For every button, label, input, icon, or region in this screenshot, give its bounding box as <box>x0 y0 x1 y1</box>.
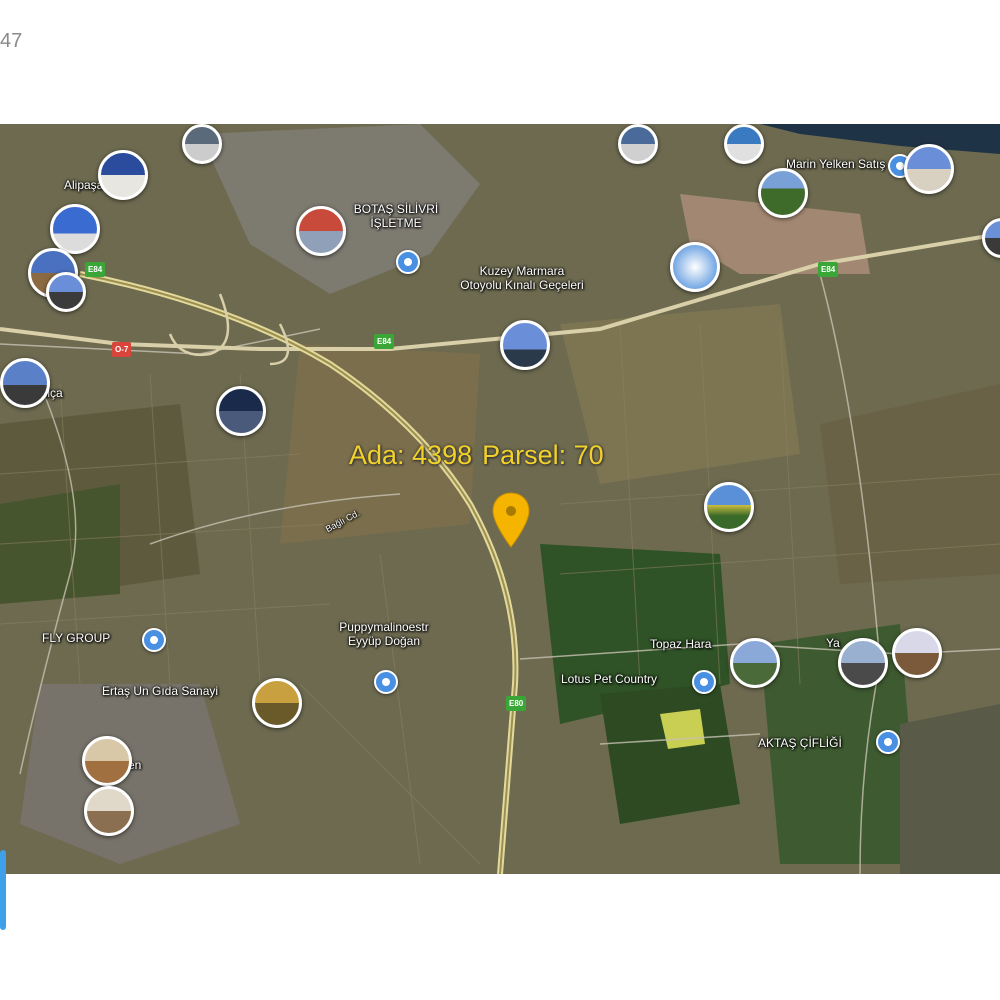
photo-thumbnail-icon[interactable] <box>500 320 550 370</box>
corner-text: 47 <box>0 30 23 52</box>
photo-thumbnail-icon[interactable] <box>216 386 266 436</box>
parsel-label: Parsel: 70 <box>482 440 604 470</box>
scroll-handle[interactable] <box>0 850 6 930</box>
photo-thumbnail-icon[interactable] <box>84 786 134 836</box>
place-label-marina[interactable]: Marin Yelken Satış <box>786 157 885 171</box>
photo-thumbnail-icon[interactable] <box>704 482 754 532</box>
photo-thumbnail-icon[interactable] <box>724 124 764 164</box>
place-label-fly-group[interactable]: FLY GROUP <box>42 631 110 645</box>
photo-thumbnail-icon[interactable] <box>758 168 808 218</box>
photo-thumbnail-icon[interactable] <box>82 736 132 786</box>
photo-thumbnail-icon[interactable] <box>252 678 302 728</box>
place-label-lotus[interactable]: Lotus Pet Country <box>561 672 657 686</box>
photo-thumbnail-icon[interactable] <box>98 150 148 200</box>
photo-thumbnail-icon[interactable] <box>904 144 954 194</box>
photo-thumbnail-icon[interactable] <box>838 638 888 688</box>
place-label-ertas[interactable]: Ertaş Un Gıda Sanayi <box>102 684 218 698</box>
place-label-ya[interactable]: Ya <box>826 636 840 650</box>
road-shield-e84: E84 <box>85 262 106 277</box>
location-pin-icon[interactable] <box>491 491 531 551</box>
photo-thumbnail-icon[interactable] <box>50 204 100 254</box>
place-label-kuzey-marmara[interactable]: Kuzey Marmara Otoyolu Kınalı Geçeleri <box>460 264 583 292</box>
photo-thumbnail-icon[interactable] <box>892 628 942 678</box>
photo-thumbnail-icon[interactable] <box>670 242 720 292</box>
place-label-alipasa[interactable]: Alipaşa <box>64 178 103 192</box>
poi-marker-icon[interactable] <box>692 670 716 694</box>
place-label-botas[interactable]: BOTAŞ SİLİVRİ İŞLETME <box>354 202 438 230</box>
photo-thumbnail-icon[interactable] <box>296 206 346 256</box>
poi-marker-icon[interactable] <box>374 670 398 694</box>
poi-marker-icon[interactable] <box>142 628 166 652</box>
photo-thumbnail-icon[interactable] <box>730 638 780 688</box>
ada-label: Ada: 4398 <box>349 440 473 470</box>
poi-marker-icon[interactable] <box>396 250 420 274</box>
place-label-puppy[interactable]: Puppymalinoestr Eyyüp Doğan <box>339 620 428 648</box>
road-shield-o7: O-7 <box>112 342 132 357</box>
photo-thumbnail-icon[interactable] <box>46 272 86 312</box>
place-label-topaz[interactable]: Topaz Hara <box>650 637 711 651</box>
poi-marker-icon[interactable] <box>876 730 900 754</box>
parcel-label: Ada: 4398 Parsel: 70 <box>349 440 614 471</box>
satellite-map[interactable]: E84 E84 E84 E80 O-7 Alipaşa BOTAŞ SİLİVR… <box>0 124 1000 874</box>
road-shield-e84: E84 <box>818 262 839 277</box>
photo-thumbnail-icon[interactable] <box>0 358 50 408</box>
road-shield-e84: E84 <box>374 334 395 349</box>
road-shield-e80: E80 <box>506 696 527 711</box>
place-label-aktas[interactable]: AKTAŞ ÇİFLİĞİ <box>758 736 842 750</box>
photo-thumbnail-icon[interactable] <box>618 124 658 164</box>
photo-thumbnail-icon[interactable] <box>182 124 222 164</box>
